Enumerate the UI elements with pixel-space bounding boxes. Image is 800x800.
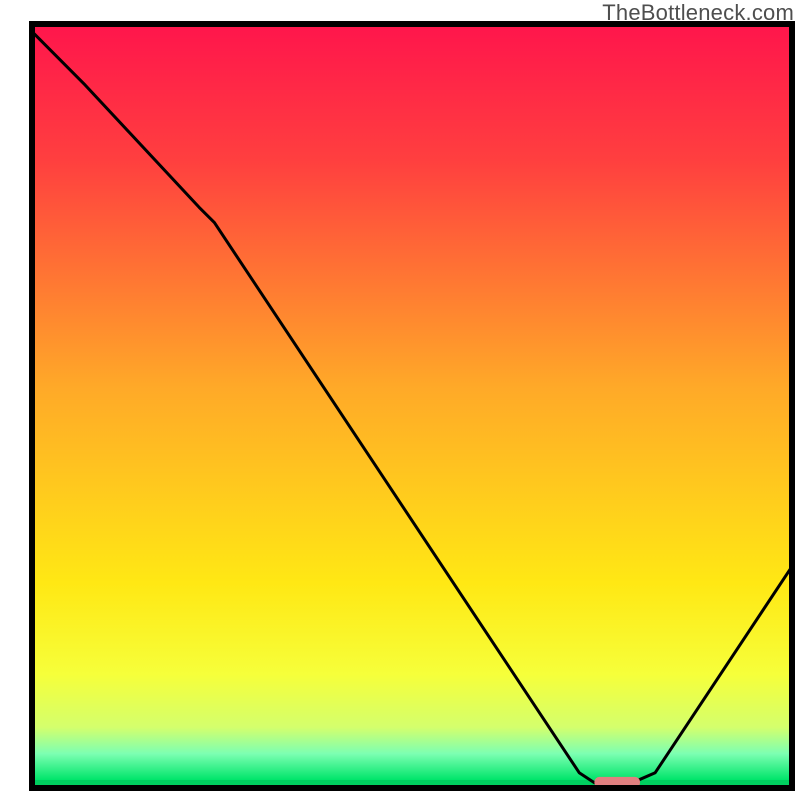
chart-svg	[0, 0, 800, 800]
bottleneck-chart: TheBottleneck.com	[0, 0, 800, 800]
watermark-text: TheBottleneck.com	[602, 0, 794, 26]
gradient-background	[32, 24, 792, 780]
plot-area	[32, 24, 792, 788]
